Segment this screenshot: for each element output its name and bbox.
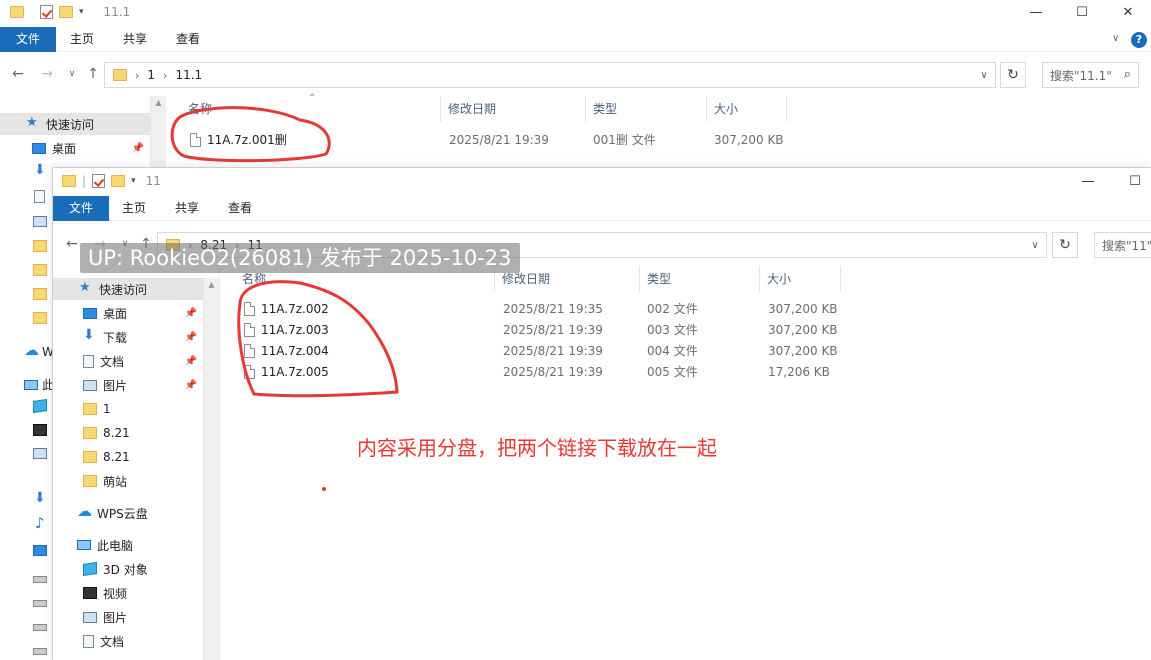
annotation-dot <box>322 487 326 491</box>
annotation-layer <box>170 106 399 398</box>
annotation-text: 内容采用分盘，把两个链接下载放在一起 <box>357 436 717 460</box>
red-circle-back-file <box>170 106 331 163</box>
watermark-banner: UP: RookieO2(26081) 发布于 2025-10-23 <box>80 243 520 273</box>
red-circle-front-files <box>237 280 399 398</box>
